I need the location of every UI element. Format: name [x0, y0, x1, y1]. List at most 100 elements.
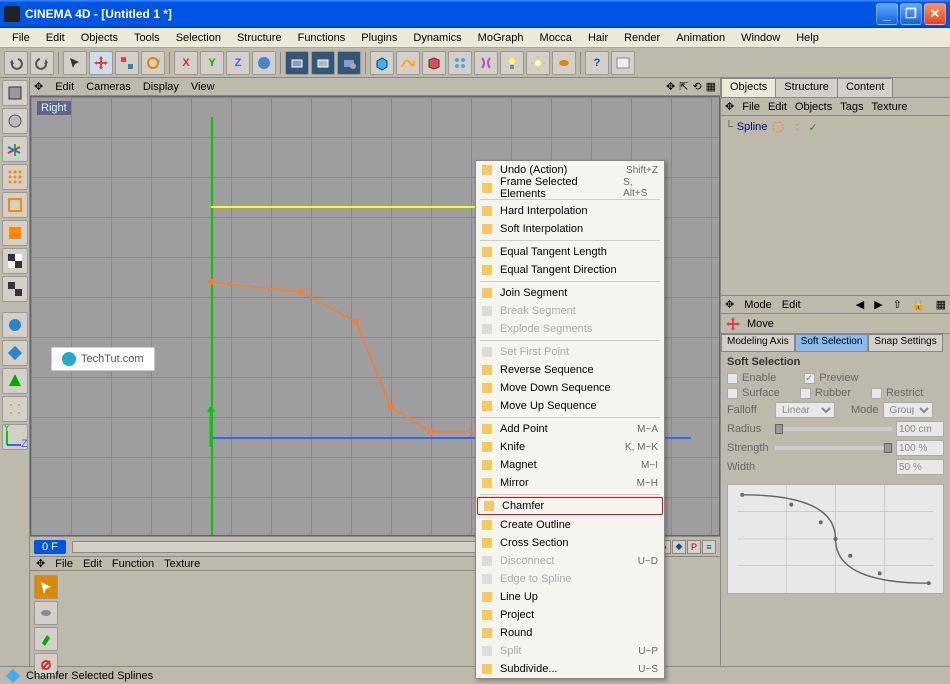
radius-slider[interactable] [775, 427, 892, 431]
rotate-tool[interactable] [141, 51, 165, 75]
ctx-mirror[interactable]: MirrorM~H [476, 474, 664, 492]
content-browser-button[interactable] [611, 51, 635, 75]
spline-primitive-button[interactable] [396, 51, 420, 75]
obj-nav-icon[interactable]: ✥ [725, 100, 734, 113]
vp-nav-icon[interactable]: ✥ [34, 80, 43, 93]
ctx-knife[interactable]: KnifeK, M~K [476, 438, 664, 456]
vp-pan-icon[interactable]: ✥ [666, 80, 675, 93]
restrict-checkbox[interactable] [871, 388, 882, 399]
autokey-button[interactable]: ◆ [672, 540, 686, 554]
vp-menu-cameras[interactable]: Cameras [86, 81, 131, 93]
key-p-button[interactable]: P [687, 540, 701, 554]
mat-nav-icon[interactable]: ✥ [36, 557, 45, 570]
tab-objects[interactable]: Objects [721, 78, 776, 97]
obj-menu-file[interactable]: File [742, 101, 760, 113]
minimize-button[interactable]: _ [876, 3, 898, 25]
mat-menu-edit[interactable]: Edit [83, 558, 102, 570]
vp-menu-edit[interactable]: Edit [55, 81, 74, 93]
tool3-button[interactable] [2, 368, 28, 394]
help-button[interactable]: ? [585, 51, 609, 75]
tree-toggle-icon[interactable]: └ [725, 121, 733, 133]
width-input[interactable] [896, 459, 944, 475]
select-tool[interactable] [63, 51, 87, 75]
atab-soft-selection[interactable]: Soft Selection [795, 334, 869, 352]
point-mode-button[interactable] [2, 164, 28, 190]
make-editable-button[interactable] [2, 80, 28, 106]
move-tool[interactable] [89, 51, 113, 75]
menu-edit[interactable]: Edit [38, 30, 73, 46]
rubber-checkbox[interactable] [800, 388, 811, 399]
polygon-mode-button[interactable] [2, 220, 28, 246]
menu-render[interactable]: Render [616, 30, 668, 46]
attr-menu-icon[interactable]: ▦ [936, 298, 946, 311]
coord-system-button[interactable] [252, 51, 276, 75]
mat-menu-texture[interactable]: Texture [164, 558, 200, 570]
menu-help[interactable]: Help [788, 30, 827, 46]
tree-item-spline[interactable]: └ Spline : ✓ [725, 120, 946, 134]
ctx-line-up[interactable]: Line Up [476, 588, 664, 606]
ctx-equal-tangent-direction[interactable]: Equal Tangent Direction [476, 261, 664, 279]
menu-tools[interactable]: Tools [126, 30, 168, 46]
ctx-add-point[interactable]: Add PointM~A [476, 420, 664, 438]
ctx-project[interactable]: Project [476, 606, 664, 624]
ctx-soft-interpolation[interactable]: Soft Interpolation [476, 220, 664, 238]
object-tree[interactable]: └ Spline : ✓ [721, 116, 950, 296]
tool1-button[interactable] [2, 312, 28, 338]
menu-mocca[interactable]: Mocca [532, 30, 580, 46]
mat-menu-file[interactable]: File [55, 558, 73, 570]
tool4-button[interactable] [2, 396, 28, 422]
vp-menu-display[interactable]: Display [143, 81, 179, 93]
redo-button[interactable] [30, 51, 54, 75]
ctx-round[interactable]: Round [476, 624, 664, 642]
radius-input[interactable] [896, 421, 944, 437]
attr-nav-icon[interactable]: ✥ [725, 298, 734, 311]
mat-menu-function[interactable]: Function [112, 558, 154, 570]
model-mode-button[interactable] [2, 108, 28, 134]
ctx-chamfer[interactable]: Chamfer [477, 497, 663, 515]
x-axis-button[interactable]: X [174, 51, 198, 75]
texture-mode-button[interactable] [2, 248, 28, 274]
close-button[interactable]: ✕ [924, 3, 946, 25]
light-button[interactable] [526, 51, 550, 75]
menu-hair[interactable]: Hair [580, 30, 616, 46]
y-axis-button[interactable]: Y [200, 51, 224, 75]
ctx-hard-interpolation[interactable]: Hard Interpolation [476, 202, 664, 220]
timeline-slider[interactable] [72, 541, 509, 553]
menu-mograph[interactable]: MoGraph [470, 30, 532, 46]
ctx-create-outline[interactable]: Create Outline [476, 516, 664, 534]
camera-button[interactable] [552, 51, 576, 75]
menu-file[interactable]: File [4, 30, 38, 46]
menu-dynamics[interactable]: Dynamics [405, 30, 469, 46]
falloff-select[interactable]: Linear [775, 402, 835, 418]
preview-checkbox[interactable] [804, 373, 815, 384]
scene-button[interactable] [500, 51, 524, 75]
mode-select[interactable]: Group [883, 402, 933, 418]
atab-modeling-axis[interactable]: Modeling Axis [721, 334, 795, 352]
vp-zoom-icon[interactable]: ⇱ [679, 80, 688, 93]
atab-snap-settings[interactable]: Snap Settings [868, 334, 942, 352]
enable-checkbox[interactable] [727, 373, 738, 384]
workplane-button[interactable] [2, 276, 28, 302]
attr-up-icon[interactable]: ⇧ [893, 298, 902, 311]
menu-functions[interactable]: Functions [290, 30, 354, 46]
key-opts-button[interactable]: ≡ [702, 540, 716, 554]
visibility-dot[interactable]: ✓ [808, 121, 817, 134]
tab-content[interactable]: Content [837, 78, 894, 97]
scale-tool[interactable] [115, 51, 139, 75]
axis-mode-button[interactable] [2, 136, 28, 162]
attr-nav-back[interactable]: ◀ [856, 298, 864, 311]
ctx-equal-tangent-length[interactable]: Equal Tangent Length [476, 243, 664, 261]
mat-tool3[interactable] [34, 627, 58, 651]
menu-window[interactable]: Window [733, 30, 788, 46]
vp-rotate-icon[interactable]: ⟲ [692, 80, 701, 93]
render-view-button[interactable] [285, 51, 309, 75]
menu-animation[interactable]: Animation [668, 30, 733, 46]
render-picture-button[interactable] [311, 51, 335, 75]
mat-tool1[interactable] [34, 575, 58, 599]
obj-menu-texture[interactable]: Texture [871, 101, 907, 113]
ctx-move-down-sequence[interactable]: Move Down Sequence [476, 379, 664, 397]
strength-input[interactable] [896, 440, 944, 456]
attr-lock-icon[interactable]: 🔒 [912, 298, 926, 311]
nurbs-button[interactable] [422, 51, 446, 75]
mat-tool2[interactable] [34, 601, 58, 625]
